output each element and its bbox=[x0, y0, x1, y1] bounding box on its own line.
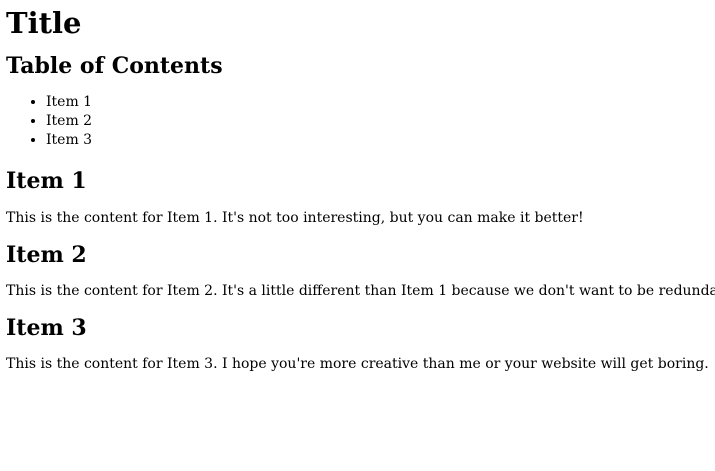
toc-item-2: Item 2 bbox=[46, 112, 709, 131]
section-heading: Item 1 bbox=[6, 168, 87, 195]
section-item-1: Item 1 This is the content for Item 1. I… bbox=[6, 168, 709, 227]
section-content: This is the content for Item 1. It's not… bbox=[6, 209, 584, 226]
toc-item-3: Item 3 bbox=[46, 131, 709, 150]
section-content: This is the content for Item 2. It's a l… bbox=[6, 282, 715, 299]
section-heading: Item 3 bbox=[6, 314, 87, 341]
page-title: Title bbox=[6, 6, 82, 40]
section-item-3: Item 3 This is the content for Item 3. I… bbox=[6, 315, 709, 374]
document-page: Title Table of Contents Item 1 Item 2 It… bbox=[0, 6, 715, 374]
toc-list: Item 1 Item 2 Item 3 bbox=[6, 93, 709, 150]
toc-heading: Table of Contents bbox=[6, 52, 223, 79]
section-item-2: Item 2 This is the content for Item 2. I… bbox=[6, 241, 715, 301]
toc-item-1: Item 1 bbox=[46, 93, 709, 112]
section-heading: Item 2 bbox=[6, 241, 87, 268]
section-content: This is the content for Item 3. I hope y… bbox=[6, 356, 709, 373]
